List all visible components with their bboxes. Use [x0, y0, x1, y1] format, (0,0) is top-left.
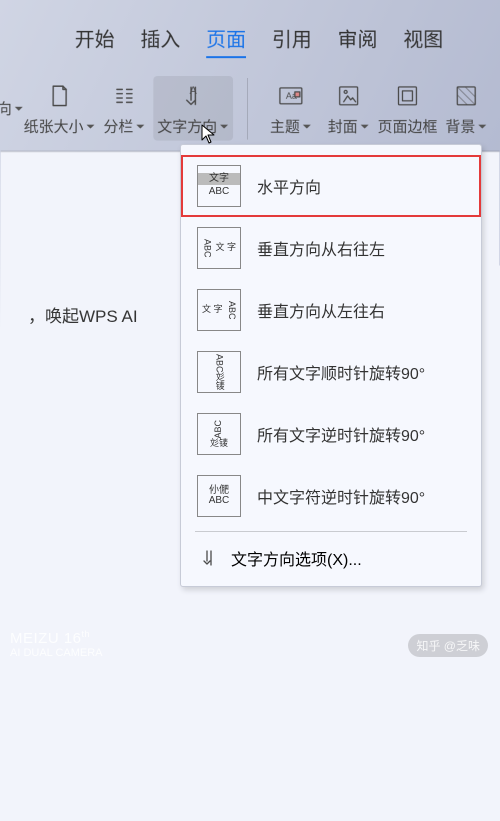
menu-item-rotate-cw90[interactable]: ABC 彣鿏 所有文字顺时针旋转90° — [181, 341, 481, 403]
columns-icon — [111, 80, 137, 112]
page-border-icon — [395, 80, 421, 112]
thumb-ccw90-icon: ABC 彣鿏 — [197, 413, 241, 455]
menu-item-options[interactable]: 文字方向选项(X)... — [181, 536, 481, 580]
tab-ref[interactable]: 引用 — [272, 23, 312, 58]
orientation-button-partial[interactable]: 向 — [0, 98, 24, 119]
text-direction-button[interactable]: A 文字方向 — [153, 76, 233, 141]
theme-icon: Aa — [277, 80, 305, 112]
thumb-cn-ccw90-icon: 仦俷 ABC — [197, 475, 241, 517]
tab-page[interactable]: 页面 — [206, 23, 246, 58]
cover-icon — [336, 80, 362, 112]
thumb-vert-ltr-icon: 文 字 ABC — [197, 289, 241, 331]
thumb-horizontal-icon: 文字ABC — [197, 165, 241, 207]
thumb-cw90-icon: ABC 彣鿏 — [197, 351, 241, 393]
menu-divider — [195, 531, 467, 532]
tab-start[interactable]: 开始 — [75, 23, 115, 58]
menu-item-rotate-ccw90[interactable]: ABC 彣鿏 所有文字逆时针旋转90° — [181, 403, 481, 465]
ribbon-tabs: 开始 插入 页面 引用 审阅 视图 — [1, 2, 499, 62]
paper-size-icon — [47, 80, 73, 112]
cover-button[interactable]: 封面 — [320, 80, 378, 137]
ribbon-separator — [247, 77, 248, 139]
columns-button[interactable]: 分栏 — [95, 80, 153, 137]
tab-review[interactable]: 审阅 — [338, 23, 378, 58]
tab-view[interactable]: 视图 — [403, 23, 443, 58]
svg-text:A: A — [190, 85, 198, 97]
tab-insert[interactable]: 插入 — [140, 23, 180, 58]
background-button[interactable]: 背景 — [437, 80, 495, 137]
text-direction-menu: 文字ABC 水平方向 ABC 文 字 垂直方向从右往左 文 字 ABC 垂直方向… — [180, 144, 482, 587]
menu-item-vertical-ltr[interactable]: 文 字 ABC 垂直方向从左往右 — [181, 279, 481, 341]
ribbon: 向 纸张大小 分栏 A 文字方向 Aa 主题 — [1, 62, 500, 151]
menu-item-vertical-rtl[interactable]: ABC 文 字 垂直方向从右往左 — [181, 217, 481, 279]
source-watermark: 知乎 @乏味 — [408, 634, 488, 657]
background-icon — [453, 80, 479, 112]
theme-button[interactable]: Aa 主题 — [262, 80, 320, 137]
paper-size-button[interactable]: 纸张大小 — [24, 80, 96, 137]
text-direction-small-icon — [199, 549, 219, 567]
phone-watermark: MEIZU 16th AI DUAL CAMERA — [10, 629, 103, 659]
menu-item-horizontal[interactable]: 文字ABC 水平方向 — [181, 155, 481, 217]
page-border-button[interactable]: 页面边框 — [378, 80, 438, 137]
menu-item-cn-ccw90[interactable]: 仦俷 ABC 中文字符逆时针旋转90° — [181, 465, 481, 527]
text-direction-icon: A — [180, 80, 206, 112]
thumb-vert-rtl-icon: ABC 文 字 — [197, 227, 241, 269]
